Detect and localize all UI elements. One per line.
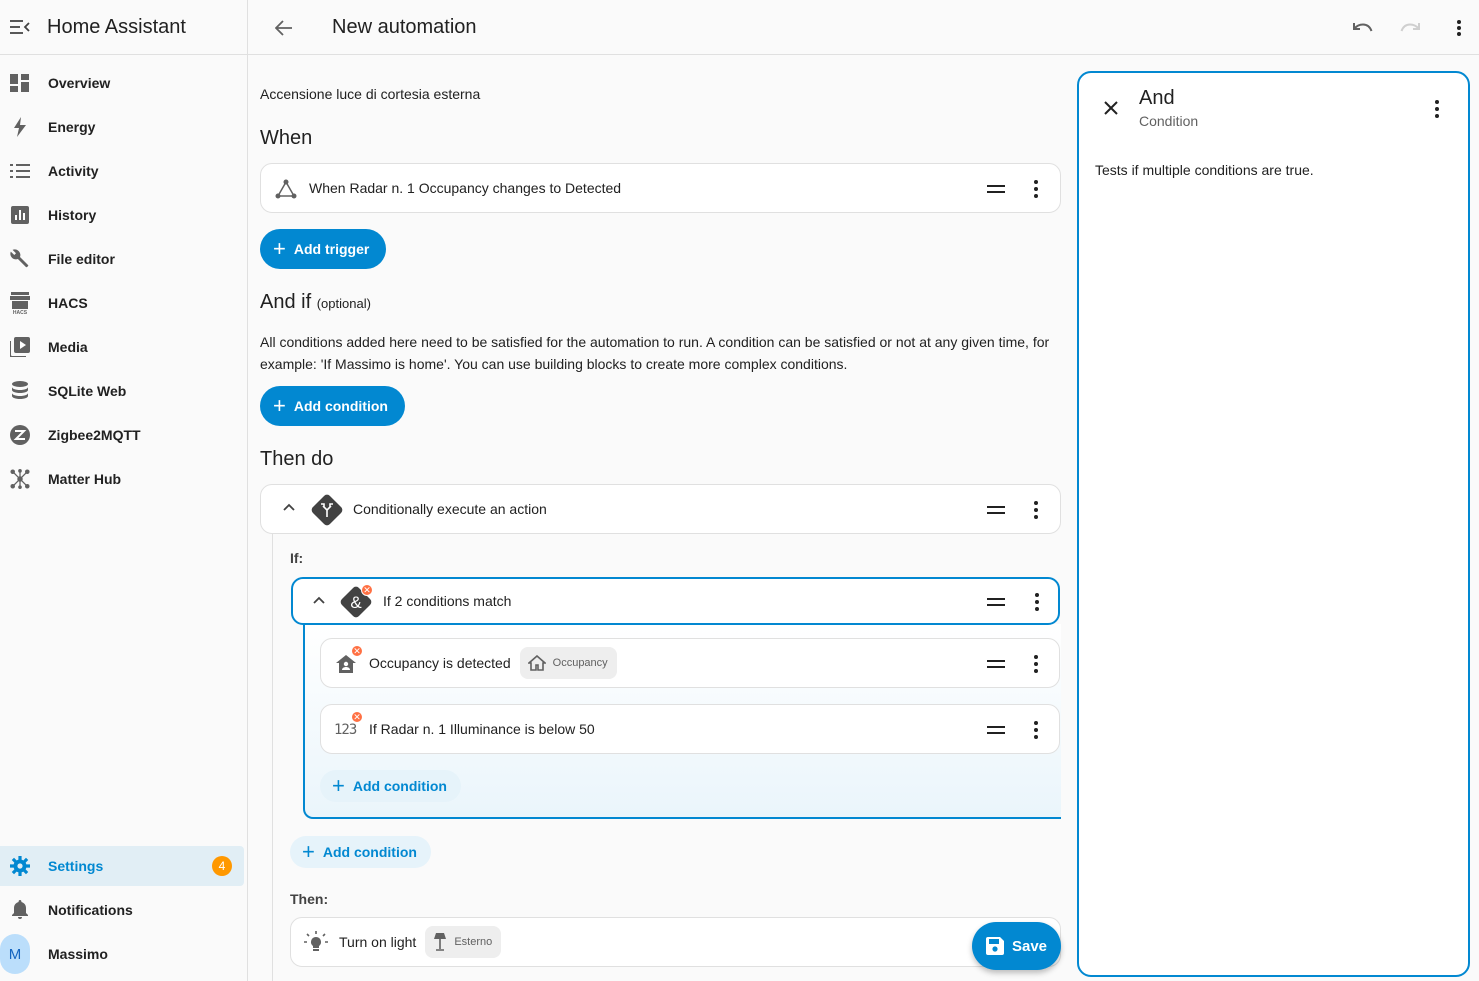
then-do-heading: Then do [260,448,334,470]
condition-text: If Radar n. 1 Illuminance is below 50 [369,721,595,737]
plus-icon: + [273,236,286,261]
sidebar-item-media[interactable]: Media [0,327,244,367]
home-outline-icon [527,655,546,671]
top-app-bar: New automation [248,0,1479,55]
if-label: If: [290,550,304,566]
sidebar-item-overview[interactable]: Overview [0,63,244,103]
save-button[interactable]: Save [972,922,1061,970]
page-title: New automation [332,15,477,38]
drag-handle-icon[interactable] [987,726,1005,734]
hub-icon [10,469,30,489]
add-condition-button[interactable]: + Add condition [260,386,405,426]
condition-text: Occupancy is detected [369,655,511,671]
then-action-card[interactable]: Turn on light Esterno [290,917,1061,967]
numeric-icon: 123 [334,722,357,738]
sidebar-item-activity[interactable]: Activity [0,151,244,191]
action-text: Conditionally execute an action [353,501,547,517]
panel-description: Tests if multiple conditions are true. [1095,162,1314,178]
wrench-icon [10,249,30,269]
database-icon [10,381,30,401]
and-if-description: All conditions added here need to be sat… [260,334,1050,372]
condition-card-illuminance[interactable]: 123 ✕ If Radar n. 1 Illuminance is below… [320,704,1060,754]
drag-handle-icon[interactable] [987,660,1005,668]
more-vert-icon[interactable] [1034,655,1038,673]
list-icon [10,161,30,181]
indent-line [272,534,273,981]
drag-handle-icon[interactable] [987,506,1005,514]
entity-chip[interactable]: Occupancy [519,647,617,679]
lightning-icon [10,117,30,137]
sidebar-item-zigbee2mqtt[interactable]: Zigbee2MQTT [0,415,244,455]
sidebar-item-settings[interactable]: Settings 4 [0,846,244,886]
avatar: M [0,934,30,974]
more-vert-icon[interactable] [1034,180,1038,198]
redo-icon[interactable] [1399,16,1423,40]
then-action-text: Turn on light [339,934,417,950]
sidebar-item-matter-hub[interactable]: Matter Hub [0,459,244,499]
lightbulb-icon [304,931,328,955]
app-title: Home Assistant [47,15,186,38]
condition-card-occupancy[interactable]: ✕ Occupancy is detected Occupancy [320,638,1060,688]
close-icon[interactable] [1104,101,1118,115]
drag-handle-icon[interactable] [987,598,1005,606]
sidebar: Home Assistant Overview Energy Activity … [0,0,248,981]
warning-icon: ✕ [361,584,373,596]
svg-text:&: & [350,593,362,612]
condition-detail-panel: And Condition Tests if multiple conditio… [1077,71,1470,977]
then-label: Then: [290,891,329,907]
drag-handle-icon[interactable] [987,185,1005,193]
undo-icon[interactable] [1350,16,1374,40]
sidebar-item-sqlite-web[interactable]: SQLite Web [0,371,244,411]
action-card[interactable]: Conditionally execute an action [260,484,1061,534]
zigbee-icon [10,425,30,445]
condition-group-text: If 2 conditions match [383,593,512,609]
plus-icon: + [302,839,315,864]
more-vert-icon[interactable] [1034,721,1038,739]
chevron-up-icon[interactable] [283,503,295,511]
menu-collapse-icon[interactable] [10,19,30,35]
floppy-icon [985,937,1004,955]
more-vert-icon[interactable] [1447,16,1471,40]
more-vert-icon[interactable] [1435,100,1439,118]
gear-icon [10,856,30,876]
plus-icon: + [332,773,345,798]
more-vert-icon[interactable] [1034,501,1038,519]
sidebar-item-notifications[interactable]: Notifications [0,890,244,930]
and-if-heading: And if (optional) [260,291,371,313]
svg-text:HACS: HACS [13,310,28,314]
add-condition-inner-button[interactable]: + Add condition [320,770,461,802]
add-condition-outer-button[interactable]: + Add condition [290,836,431,868]
chevron-up-icon[interactable] [313,596,325,604]
dashboard-icon [10,73,30,93]
panel-title: And [1139,87,1175,109]
state-trigger-icon [275,179,297,199]
sidebar-item-user[interactable]: M Massimo [0,934,244,974]
chart-box-icon [10,205,30,225]
plus-icon: + [273,393,286,418]
bell-icon [10,900,30,920]
sidebar-item-history[interactable]: History [0,195,244,235]
sidebar-item-file-editor[interactable]: File editor [0,239,244,279]
choose-action-icon [310,493,344,527]
floor-lamp-icon [433,933,447,951]
warning-icon: ✕ [351,645,363,657]
play-box-icon [10,337,30,357]
trigger-text: When Radar n. 1 Occupancy changes to Det… [309,180,622,196]
sidebar-item-energy[interactable]: Energy [0,107,244,147]
trigger-card[interactable]: When Radar n. 1 Occupancy changes to Det… [260,163,1061,213]
sidebar-header: Home Assistant [0,0,247,55]
more-vert-icon[interactable] [1035,593,1039,611]
hacs-store-icon: HACS [10,292,30,314]
automation-name: Accensione luce di cortesia esterna [260,86,481,102]
condition-group-card[interactable]: & ✕ If 2 conditions match [291,577,1060,625]
add-trigger-button[interactable]: + Add trigger [260,229,387,269]
entity-chip[interactable]: Esterno [425,926,502,958]
warning-icon: ✕ [351,711,363,723]
panel-subtitle: Condition [1139,113,1199,129]
sidebar-item-hacs[interactable]: HACS HACS [0,283,244,323]
home-account-icon [336,655,356,673]
settings-badge: 4 [212,856,232,876]
when-heading: When [260,127,313,149]
back-arrow-icon[interactable] [272,16,296,40]
